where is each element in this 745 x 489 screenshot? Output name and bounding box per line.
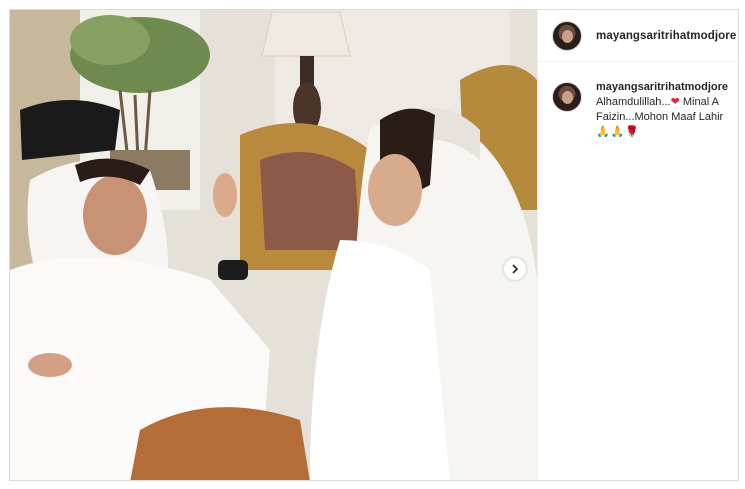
carousel-next-button[interactable] — [504, 258, 526, 280]
heart-emoji: ❤ — [670, 96, 680, 108]
post-photo[interactable] — [10, 10, 537, 480]
caption-text-1: Alhamdulillah... — [596, 96, 671, 108]
profile-avatar[interactable] — [552, 20, 582, 51]
caption-line-1: Alhamdulillah...❤ Minal A — [596, 95, 728, 110]
instagram-post: mayangsaritrihatmodjore mayangsaritrihat… — [9, 9, 739, 481]
caption-comment: mayangsaritrihatmodjore Alhamdulillah...… — [538, 62, 738, 140]
header-username[interactable]: mayangsaritrihatmodjore — [596, 30, 736, 42]
post-header: mayangsaritrihatmodjore — [538, 10, 738, 62]
caption-emoji-line: 🙏🙏🌹 — [596, 126, 641, 138]
chevron-right-icon — [512, 264, 519, 274]
caption-username[interactable]: mayangsaritrihatmodjore — [596, 80, 728, 95]
caption-body: mayangsaritrihatmodjore Alhamdulillah...… — [596, 80, 728, 140]
caption-line-2: Faizin...Mohon Maaf Lahir — [596, 111, 724, 123]
caption-text-1b: Minal A — [679, 96, 719, 108]
post-side-panel: mayangsaritrihatmodjore mayangsaritrihat… — [537, 10, 738, 480]
photo-illustration — [10, 10, 537, 480]
caption-avatar[interactable] — [552, 82, 582, 112]
